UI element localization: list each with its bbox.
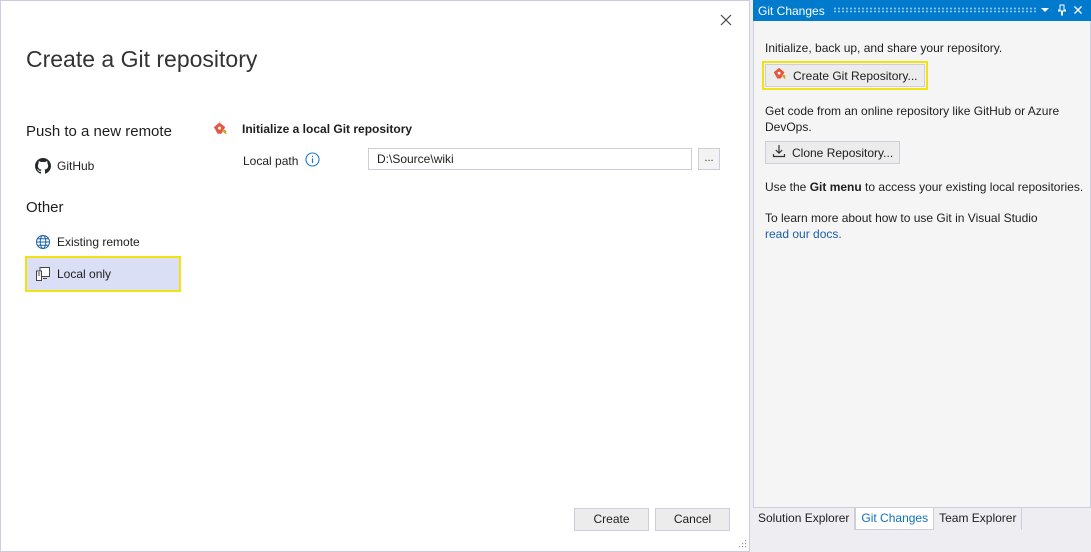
nav-item-existing-remote[interactable]: Existing remote	[26, 225, 180, 259]
info-icon[interactable]	[305, 152, 320, 170]
panel-title: Git Changes	[758, 3, 825, 18]
nav-item-label: Existing remote	[57, 235, 140, 249]
cancel-button[interactable]: Cancel	[655, 508, 730, 531]
nav-item-label: GitHub	[57, 159, 95, 173]
git-menu-suffix: to access your existing local repositori…	[861, 180, 1084, 194]
git-repo-icon	[212, 121, 228, 137]
learn-more-text: To learn more about how to use Git in Vi…	[765, 211, 1038, 225]
tab-git-changes[interactable]: Git Changes	[855, 508, 935, 530]
panel-tabs: Solution Explorer Git Changes Team Explo…	[753, 508, 1091, 530]
nav-item-label: Local only	[57, 267, 112, 281]
dialog-title: Create a Git repository	[26, 46, 258, 72]
close-icon[interactable]	[1071, 3, 1085, 17]
push-remote-heading: Push to a new remote	[26, 123, 172, 140]
create-button[interactable]: Create	[574, 508, 649, 531]
init-local-repo-header: Initialize a local Git repository	[212, 121, 412, 137]
init-local-repo-title: Initialize a local Git repository	[242, 122, 413, 136]
create-git-repository-button[interactable]: Create Git Repository...	[762, 61, 928, 90]
download-icon	[772, 144, 786, 161]
create-git-repository-label: Create Git Repository...	[793, 68, 918, 83]
local-path-input[interactable]	[368, 148, 692, 170]
browse-button[interactable]: ...	[698, 148, 720, 170]
read-docs-link[interactable]: read our docs.	[765, 226, 842, 242]
nav-item-local-only[interactable]: Local only	[25, 256, 181, 292]
close-icon[interactable]	[717, 11, 735, 29]
git-menu-text: Use the Git menu to access your existing…	[765, 179, 1085, 195]
panel-header[interactable]: Git Changes	[753, 0, 1091, 21]
clone-repository-button[interactable]: Clone Repository...	[765, 141, 901, 164]
create-git-repository-dialog: Create a Git repository Push to a new re…	[0, 0, 750, 552]
git-menu-bold[interactable]: Git menu	[810, 180, 862, 194]
local-path-label-row: Local path	[243, 152, 320, 170]
panel-body: Initialize, back up, and share your repo…	[753, 21, 1091, 508]
git-repo-icon	[772, 67, 787, 85]
chevron-down-icon[interactable]	[1038, 3, 1052, 17]
resize-grip-icon[interactable]	[737, 539, 747, 549]
git-menu-prefix: Use the	[765, 180, 810, 194]
other-heading: Other	[26, 199, 64, 216]
nav-item-github[interactable]: GitHub	[26, 149, 180, 183]
git-changes-panel: Git Changes Initialize, back up, and sha…	[753, 0, 1091, 552]
github-icon	[35, 158, 51, 174]
intro-text: Initialize, back up, and share your repo…	[765, 41, 1003, 55]
tab-solution-explorer[interactable]: Solution Explorer	[753, 508, 856, 530]
clone-repository-label: Clone Repository...	[792, 145, 894, 160]
local-path-label: Local path	[243, 154, 299, 168]
pin-icon[interactable]	[1055, 3, 1069, 17]
online-repo-text: Get code from an online repository like …	[765, 104, 1060, 134]
tab-team-explorer[interactable]: Team Explorer	[934, 508, 1023, 530]
globe-icon	[35, 234, 51, 250]
computer-icon	[35, 266, 51, 282]
